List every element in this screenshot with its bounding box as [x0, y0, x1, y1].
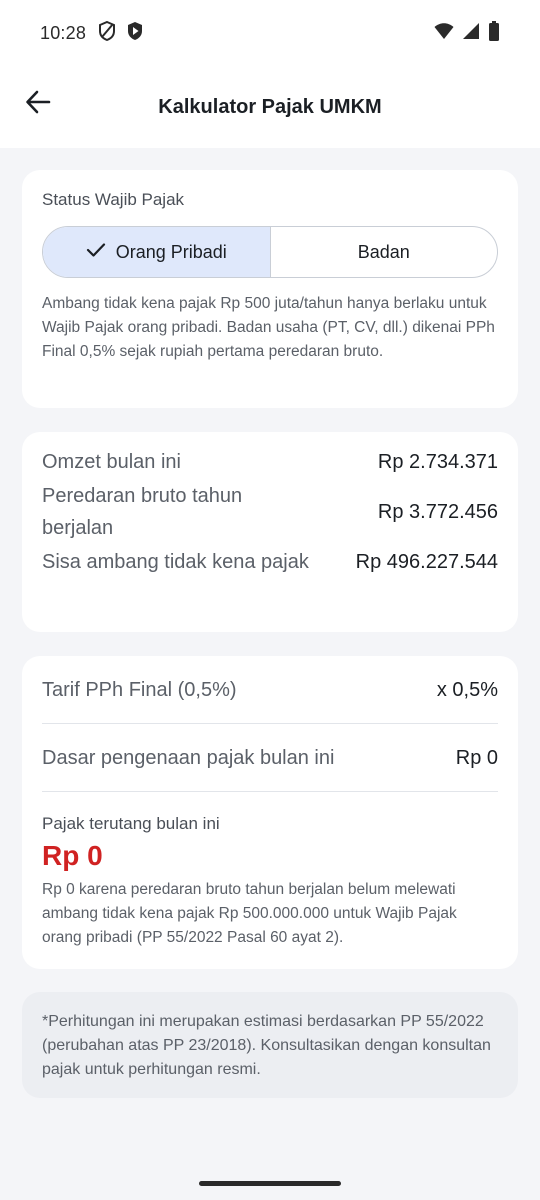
option-badan[interactable]: Badan — [271, 227, 498, 277]
summary-label: Peredaran bruto tahun berjalan — [42, 485, 243, 539]
tax-base-row: Dasar pengenaan pajak bulan ini Rp 0 — [42, 724, 498, 791]
summary-label: Sisa ambang tidak kena pajak — [42, 551, 309, 573]
taxpayer-status-help: Ambang tidak kena pajak Rp 500 juta/tahu… — [42, 295, 495, 360]
option-badan-label: Badan — [357, 241, 410, 262]
tax-due-note: Rp 0 karena peredaran bruto tahun berjal… — [42, 881, 457, 946]
disclaimer-text: *Perhitungan ini merupakan estimasi berd… — [42, 1013, 491, 1078]
status-time: 10:28 — [40, 22, 87, 43]
summary-value: Rp 3.772.456 — [377, 501, 498, 523]
back-button[interactable] — [24, 90, 52, 118]
summary-value: Rp 2.734.371 — [377, 451, 498, 473]
option-orang-pribadi-label: Orang Pribadi — [115, 241, 227, 262]
arrow-left-icon — [25, 89, 51, 120]
status-bar: 10:28 — [0, 0, 540, 66]
summary-card: Omzet bulan ini Rp 2.734.371 Peredaran b… — [22, 432, 518, 632]
wifi-icon — [434, 22, 454, 45]
home-indicator[interactable] — [199, 1181, 341, 1186]
summary-row-peredaran: Peredaran bruto tahun berjalan Rp 3.772.… — [42, 480, 498, 544]
summary-value: Rp 496.227.544 — [355, 551, 498, 573]
battery-icon — [488, 20, 500, 46]
disclaimer-card: *Perhitungan ini merupakan estimasi berd… — [22, 992, 518, 1098]
taxpayer-status-card: Status Wajib Pajak Orang Pribadi Badan A… — [22, 170, 518, 408]
tax-due-block: Pajak terutang bulan ini Rp 0 Rp 0 karen… — [42, 792, 498, 950]
tax-due-amount: Rp 0 — [42, 840, 103, 871]
summary-row-sisa-ambang: Sisa ambang tidak kena pajak Rp 496.227.… — [42, 546, 498, 578]
calculation-card: Tarif PPh Final (0,5%) x 0,5% Dasar peng… — [22, 656, 518, 969]
summary-row-omzet: Omzet bulan ini Rp 2.734.371 — [42, 446, 498, 478]
summary-label: Omzet bulan ini — [42, 451, 181, 473]
rate-label: Tarif PPh Final (0,5%) — [42, 678, 237, 701]
tax-base-label: Dasar pengenaan pajak bulan ini — [42, 746, 335, 769]
play-shield-icon — [126, 21, 144, 46]
taxpayer-status-label: Status Wajib Pajak — [42, 190, 185, 209]
app-bar: Kalkulator Pajak UMKM — [0, 66, 540, 148]
tax-base-value: Rp 0 — [455, 746, 498, 769]
shield-icon — [98, 20, 116, 46]
rate-value: x 0,5% — [436, 678, 498, 701]
tax-due-label: Pajak terutang bulan ini — [42, 814, 220, 833]
check-icon — [86, 242, 106, 263]
signal-icon — [462, 22, 480, 45]
taxpayer-status-toggle: Orang Pribadi Badan — [42, 226, 498, 278]
option-orang-pribadi[interactable]: Orang Pribadi — [43, 227, 271, 277]
rate-row: Tarif PPh Final (0,5%) x 0,5% — [42, 656, 498, 723]
page-title: Kalkulator Pajak UMKM — [158, 95, 382, 118]
